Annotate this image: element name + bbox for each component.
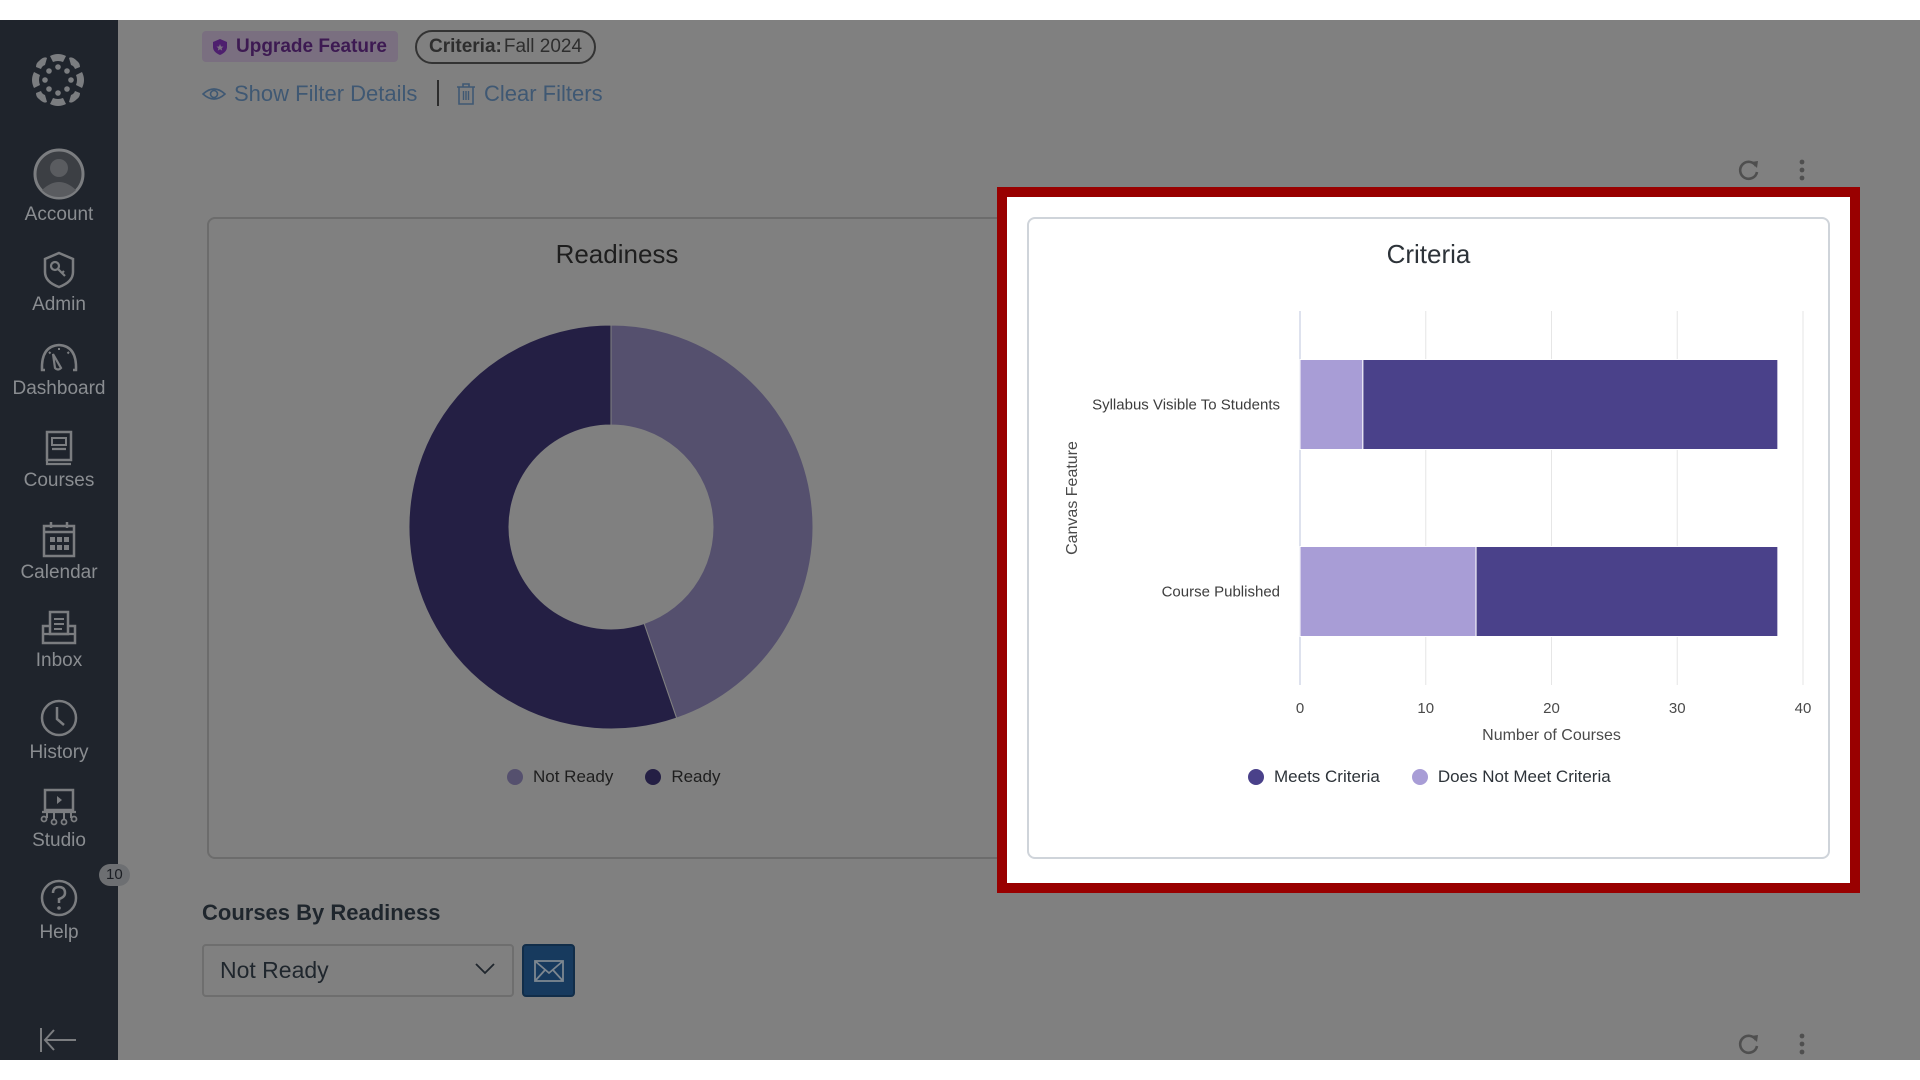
inbox-icon [41,610,77,645]
calendar-icon [42,522,76,558]
legend-swatch-not-ready [507,769,523,785]
eye-icon [202,88,226,100]
sidebar-item-dashboard[interactable]: Dashboard [0,340,118,400]
y-category-label: Syllabus Visible To Students [1092,397,1280,414]
shield-star-icon [213,38,227,55]
criteria-chart-card: Criteria 0 10 20 30 40 Number of Courses Canva… [1027,217,1830,859]
legend-label: Meets Criteria [1274,767,1380,786]
filter-divider [437,80,439,106]
show-filter-details-label: Show Filter Details [234,81,418,106]
refresh-icon [1738,160,1759,181]
dashboard-gauge-icon [40,343,78,372]
sidebar-item-label: Inbox [35,650,83,671]
y-axis-label: Canvas Feature [1064,441,1081,555]
x-tick-label: 30 [1669,700,1686,717]
sidebar-item-label: Courses [23,470,95,491]
clear-filters-label: Clear Filters [484,81,603,106]
criteria-legend: Meets Criteria Does Not Meet Criteria [1248,767,1633,787]
refresh-button-2[interactable] [1737,1032,1761,1061]
legend-label: Not Ready [533,767,614,786]
sidebar-item-label: Help [39,922,79,943]
x-tick-label: 0 [1296,700,1304,717]
legend-item-meets-criteria[interactable]: Meets Criteria [1248,767,1380,787]
x-axis-label: Number of Courses [1482,727,1621,744]
legend-item-ready[interactable]: Ready [645,767,720,787]
readiness-legend: Not Ready Ready [507,767,742,787]
kebab-menu-icon [1799,159,1805,181]
upgrade-feature-badge[interactable]: Upgrade Feature [202,31,398,62]
readiness-select-value: Not Ready [220,957,329,983]
criteria-filter-label: Criteria: [429,36,502,57]
legend-swatch-ready [645,769,662,785]
sidebar-item-label: Calendar [20,562,98,583]
readiness-filter-select[interactable]: Not Ready [202,944,514,997]
sidebar-item-label: History [29,742,89,763]
clear-filters-link[interactable]: Clear Filters [456,80,603,108]
collapse-navigation-button[interactable] [38,1026,78,1059]
refresh-icon [1738,1034,1759,1055]
canvas-logo-icon[interactable] [28,50,88,110]
bar-meets-criteria-course-published[interactable] [1475,546,1779,637]
y-category-label: Course Published [1162,584,1280,601]
sidebar-item-courses[interactable]: Courses [0,430,118,492]
chevron-down-icon [475,963,495,975]
account-avatar-icon [33,148,85,200]
x-tick-label: 20 [1543,700,1560,717]
bar-does-not-meet-criteria-syllabus-visible-to-students[interactable] [1299,359,1364,450]
x-tick-label: 10 [1417,700,1434,717]
legend-label: Does Not Meet Criteria [1437,767,1611,786]
clock-icon [40,699,78,737]
legend-item-does-not-meet-criteria[interactable]: Does Not Meet Criteria [1411,767,1611,787]
sidebar-item-history[interactable]: History [0,698,118,764]
global-navigation-sidebar: Account Admin Dashboard Courses Calendar… [0,20,130,1060]
admin-shield-key-icon [43,251,75,289]
kebab-menu-icon [1799,1033,1805,1055]
sidebar-item-account[interactable]: Account [0,148,118,226]
sidebar-item-label: Admin [32,294,86,315]
sidebar-item-label: Dashboard [12,378,106,399]
sidebar-item-inbox[interactable]: Inbox [0,610,118,672]
readiness-donut-chart [408,324,814,730]
sidebar-item-studio[interactable]: Studio [0,788,118,852]
sidebar-item-help[interactable]: 10 Help [0,864,130,944]
trash-icon [457,83,475,105]
envelope-icon [533,959,564,982]
courses-book-icon [45,430,73,466]
upgrade-feature-label: Upgrade Feature [236,35,387,57]
sidebar-item-label: Account [24,204,94,225]
bar-does-not-meet-criteria-course-published[interactable] [1299,546,1477,637]
x-tick-label: 40 [1795,700,1812,717]
collapse-arrow-icon [40,1028,76,1052]
courses-by-readiness-heading: Courses By Readiness [202,900,441,925]
help-question-icon [40,879,78,917]
legend-swatch-does-not-meet [1411,769,1428,785]
refresh-button[interactable] [1737,158,1761,187]
show-filter-details-link[interactable]: Show Filter Details [202,80,417,108]
legend-swatch-meets [1248,769,1264,785]
help-notification-badge: 10 [99,864,130,886]
sidebar-item-calendar[interactable]: Calendar [0,520,118,584]
readiness-chart-card: Readiness Not Ready Ready [207,217,1027,859]
criteria-filter-value: Fall 2024 [503,36,583,57]
criteria-bar-chart: 0 10 20 30 40 Number of Courses Canvas Feature… [1064,311,1812,744]
more-options-button-2[interactable] [1797,1032,1807,1061]
bar-meets-criteria-syllabus-visible-to-students[interactable] [1362,359,1779,450]
more-options-button[interactable] [1797,158,1807,187]
legend-item-not-ready[interactable]: Not Ready [507,767,613,787]
email-button[interactable] [522,944,575,997]
studio-icon [40,788,78,826]
legend-label: Ready [671,767,721,786]
criteria-filter-pill[interactable]: Criteria: Fall 2024 [415,30,597,64]
sidebar-item-admin[interactable]: Admin [0,250,118,316]
sidebar-item-label: Studio [32,830,86,851]
